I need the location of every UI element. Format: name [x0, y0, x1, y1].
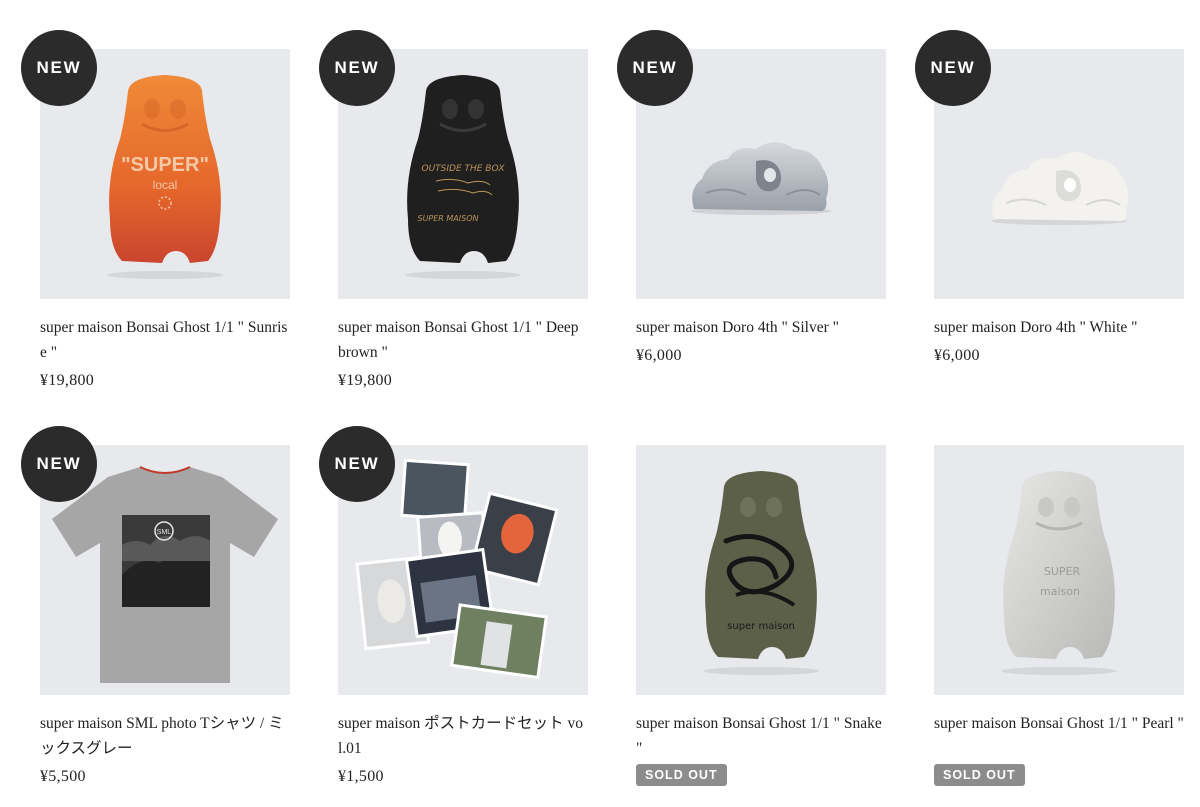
- product-card[interactable]: "SUPER" local NEW super maison Bonsai Gh…: [21, 0, 292, 396]
- product-card[interactable]: SML NEW super maison SML photo Tシャツ / ミッ…: [21, 396, 292, 807]
- figure-text: OUTSIDE THE BOX: [421, 164, 505, 174]
- product-card[interactable]: NEW super maison ポストカードセット vol.01 ¥1,500: [319, 396, 590, 807]
- product-title[interactable]: super maison SML photo Tシャツ / ミックスグレー: [40, 711, 292, 761]
- new-badge: NEW: [319, 30, 395, 106]
- product-price: ¥5,500: [40, 768, 86, 785]
- figure-text: super maison: [727, 621, 795, 632]
- product-card[interactable]: NEW super maison Doro 4th " Silver " ¥6,…: [617, 0, 888, 396]
- figure-text: maison: [1040, 585, 1080, 598]
- product-card[interactable]: NEW super maison Doro 4th " White " ¥6,0…: [915, 0, 1186, 396]
- product-card[interactable]: super maison super maison Bonsai Ghost 1…: [636, 396, 886, 807]
- svg-text:SML: SML: [157, 529, 172, 536]
- product-title[interactable]: super maison Doro 4th " White ": [934, 315, 1186, 340]
- product-price: ¥19,800: [40, 372, 95, 389]
- product-image[interactable]: super maison: [636, 445, 886, 695]
- figure-text: SUPER: [1044, 565, 1081, 578]
- new-badge: NEW: [319, 426, 395, 502]
- product-card[interactable]: OUTSIDE THE BOX SUPER MAISON NEW super m…: [319, 0, 590, 396]
- product-price: ¥6,000: [934, 347, 980, 364]
- product-price: ¥6,000: [636, 347, 682, 364]
- product-price: ¥19,800: [338, 372, 393, 389]
- product-title[interactable]: super maison Bonsai Ghost 1/1 " Pearl ": [934, 711, 1186, 736]
- figure-text: SUPER MAISON: [417, 214, 478, 223]
- product-title[interactable]: super maison ポストカードセット vol.01: [338, 711, 590, 761]
- new-badge: NEW: [915, 30, 991, 106]
- figure-text: "SUPER": [121, 154, 209, 176]
- product-card[interactable]: SUPER maison super maison Bonsai Ghost 1…: [934, 396, 1184, 807]
- product-image[interactable]: SUPER maison: [934, 445, 1184, 695]
- new-badge: NEW: [21, 30, 97, 106]
- new-badge: NEW: [21, 426, 97, 502]
- product-title[interactable]: super maison Bonsai Ghost 1/1 " Deep bro…: [338, 315, 590, 365]
- figure-text: local: [153, 178, 178, 192]
- new-badge: NEW: [617, 30, 693, 106]
- product-title[interactable]: super maison Bonsai Ghost 1/1 " Sunrise …: [40, 315, 292, 365]
- product-title[interactable]: super maison Doro 4th " Silver ": [636, 315, 888, 340]
- sold-out-badge: SOLD OUT: [934, 764, 1025, 786]
- product-price: ¥1,500: [338, 768, 384, 785]
- product-grid: "SUPER" local NEW super maison Bonsai Gh…: [21, 0, 1186, 807]
- sold-out-badge: SOLD OUT: [636, 764, 727, 786]
- product-title[interactable]: super maison Bonsai Ghost 1/1 " Snake ": [636, 711, 888, 761]
